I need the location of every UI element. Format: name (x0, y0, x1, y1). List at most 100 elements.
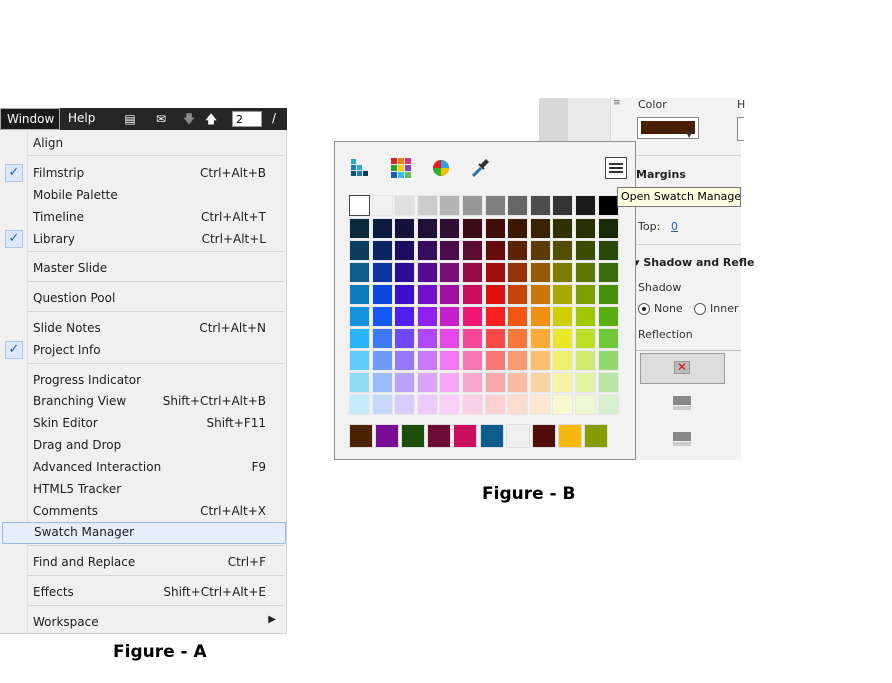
swatch-cell[interactable] (484, 306, 506, 327)
reflection-preset-2-icon[interactable] (673, 432, 691, 446)
menu-item-comments[interactable]: Comments Ctrl+Alt+X (0, 501, 286, 523)
swatch-cell[interactable] (462, 262, 483, 283)
recent-swatch[interactable] (375, 424, 400, 448)
menu-item-filmstrip[interactable]: ✓ Filmstrip Ctrl+Alt+B (0, 163, 286, 185)
swatch-cell[interactable] (349, 306, 370, 327)
swatch-cell[interactable] (484, 328, 506, 349)
swatch-cell[interactable] (552, 262, 574, 283)
recent-swatch[interactable] (531, 424, 556, 448)
swatch-cell[interactable] (597, 350, 619, 371)
swatch-cell[interactable] (462, 306, 483, 327)
swatch-cell[interactable] (575, 218, 596, 239)
swatch-cell[interactable] (529, 262, 551, 283)
menu-item-branching-view[interactable]: Branching View Shift+Ctrl+Alt+B (0, 391, 286, 413)
menu-item-advanced-interaction[interactable]: Advanced Interaction F9 (0, 457, 286, 479)
swatch-cell[interactable] (575, 394, 596, 415)
swatch-cell[interactable] (484, 350, 506, 371)
swatch-cell[interactable] (575, 284, 596, 305)
recent-swatch[interactable] (427, 424, 452, 448)
swatch-cell[interactable] (439, 350, 461, 371)
swatch-cell[interactable] (371, 195, 393, 216)
swatch-cell[interactable] (597, 195, 619, 216)
swatch-cell[interactable] (575, 372, 596, 393)
swatch-cell[interactable] (394, 218, 416, 239)
swatch-cell[interactable] (552, 394, 574, 415)
swatch-cell[interactable] (439, 394, 461, 415)
swatch-cell[interactable] (349, 350, 370, 371)
swatch-cell[interactable] (416, 328, 438, 349)
swatch-cell[interactable] (416, 218, 438, 239)
menu-item-find-and-replace[interactable]: Find and Replace Ctrl+F (0, 552, 286, 574)
swatch-cell[interactable] (597, 284, 619, 305)
swatch-cell[interactable] (507, 262, 529, 283)
swatch-cell[interactable] (507, 350, 529, 371)
swatch-cell[interactable] (394, 195, 416, 216)
menu-item-question-pool[interactable]: Question Pool (0, 288, 286, 310)
swatch-cell[interactable] (597, 306, 619, 327)
swatch-cell[interactable] (507, 306, 529, 327)
swatch-cell[interactable] (552, 195, 574, 216)
swatch-cell[interactable] (529, 284, 551, 305)
menu-window[interactable]: Window (0, 108, 60, 130)
recent-swatch[interactable] (401, 424, 426, 448)
menu-item-skin-editor[interactable]: Skin Editor Shift+F11 (0, 413, 286, 435)
swatch-cell[interactable] (371, 218, 393, 239)
swatch-cell[interactable] (394, 372, 416, 393)
menu-item-workspace[interactable]: Workspace ▶ (0, 612, 286, 634)
radio-none[interactable] (638, 303, 650, 315)
top-value[interactable]: 0 (671, 220, 678, 233)
swatch-cell[interactable] (507, 284, 529, 305)
recent-swatch[interactable] (583, 424, 608, 448)
swatch-cell[interactable] (575, 350, 596, 371)
swatch-cell[interactable] (462, 350, 483, 371)
menu-item-align[interactable]: Align (0, 133, 286, 155)
swatch-cell[interactable] (349, 195, 370, 216)
swatch-cell[interactable] (371, 262, 393, 283)
swatch-cell[interactable] (394, 240, 416, 261)
swatch-cell[interactable] (484, 240, 506, 261)
radio-inner[interactable] (694, 303, 706, 315)
eyedropper-icon[interactable] (469, 157, 491, 179)
swatch-cell[interactable] (462, 372, 483, 393)
swatch-cell[interactable] (371, 372, 393, 393)
swatch-cell[interactable] (439, 328, 461, 349)
swatch-cell[interactable] (462, 195, 483, 216)
swatch-cell[interactable] (529, 240, 551, 261)
swatch-cell[interactable] (552, 284, 574, 305)
swatch-cell[interactable] (597, 240, 619, 261)
swatch-cell[interactable] (439, 262, 461, 283)
swatch-cell[interactable] (507, 218, 529, 239)
recent-swatch[interactable] (505, 424, 530, 448)
swatch-cell[interactable] (462, 218, 483, 239)
swatch-cell[interactable] (529, 306, 551, 327)
swatch-cell[interactable] (507, 240, 529, 261)
swatch-cell[interactable] (371, 306, 393, 327)
recent-swatch[interactable] (479, 424, 504, 448)
shadow-heading[interactable]: ▾ Shadow and Refle (634, 256, 754, 269)
reflection-none-button[interactable]: ✕ (640, 353, 725, 384)
swatch-cell[interactable] (394, 262, 416, 283)
swatch-cell[interactable] (484, 394, 506, 415)
menu-item-master-slide[interactable]: Master Slide (0, 258, 286, 280)
arrow-up-icon[interactable]: 🡅 (203, 111, 219, 127)
swatch-cell[interactable] (394, 350, 416, 371)
swatch-cell[interactable] (349, 240, 370, 261)
swatch-cell[interactable] (507, 394, 529, 415)
swatch-cell[interactable] (597, 328, 619, 349)
swatch-cell[interactable] (416, 262, 438, 283)
swatch-cell[interactable] (416, 240, 438, 261)
swatch-cell[interactable] (394, 306, 416, 327)
recent-swatch[interactable] (557, 424, 582, 448)
swatch-cell[interactable] (552, 372, 574, 393)
drag-handle-icon[interactable]: ≡ (613, 98, 621, 108)
swatch-cell[interactable] (439, 195, 461, 216)
swatch-cell[interactable] (462, 240, 483, 261)
swatch-cell[interactable] (575, 328, 596, 349)
swatch-cell[interactable] (529, 372, 551, 393)
swatch-cell[interactable] (416, 350, 438, 371)
menu-item-mobile-palette[interactable]: Mobile Palette (0, 185, 286, 207)
color-swatch-button[interactable]: ▼ (637, 117, 699, 139)
swatch-cell[interactable] (371, 350, 393, 371)
swatch-cell[interactable] (371, 328, 393, 349)
swatch-cell[interactable] (575, 240, 596, 261)
